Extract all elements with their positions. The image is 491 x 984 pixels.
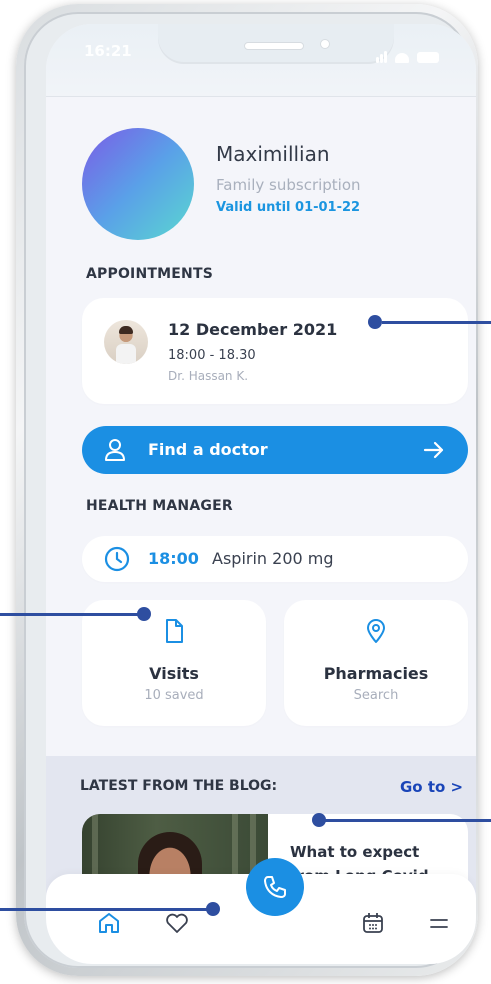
annotation-dot	[312, 813, 326, 827]
signal-icon	[376, 57, 379, 63]
medication-time: 18:00	[148, 549, 199, 568]
appointment-doctor: Dr. Hassan K.	[168, 369, 249, 383]
blog-heading: LATEST FROM THE BLOG:	[80, 778, 278, 794]
pharmacies-sub: Search	[353, 688, 399, 703]
appointments-heading: APPOINTMENTS	[86, 266, 213, 282]
doctor-photo	[104, 320, 148, 364]
blog-goto-link[interactable]: Go to >	[400, 778, 463, 796]
annotation-line	[322, 819, 491, 822]
clock-icon	[104, 546, 130, 572]
heart-icon[interactable]	[164, 910, 190, 936]
speaker-grille	[244, 42, 304, 50]
signal-icon	[384, 51, 387, 63]
battery-icon	[417, 52, 439, 63]
annotation-line	[0, 908, 214, 911]
user-icon	[105, 439, 125, 461]
subscription-validity: Valid until 01-01-22	[216, 200, 361, 215]
appointment-card[interactable]: 12 December 2021 18:00 - 18.30 Dr. Hassa…	[82, 298, 468, 404]
signal-icon	[380, 54, 383, 63]
phone-notch	[158, 24, 394, 64]
doctor-coat	[116, 344, 136, 364]
pharmacies-tile[interactable]: Pharmacies Search	[284, 600, 468, 726]
arrow-right-icon	[423, 441, 444, 459]
doctor-hair	[119, 326, 133, 334]
medication-reminder[interactable]: 18:00 Aspirin 200 mg	[82, 536, 468, 582]
call-button[interactable]	[246, 858, 304, 916]
pharmacies-title: Pharmacies	[323, 664, 429, 683]
annotation-line	[0, 613, 144, 616]
annotation-dot	[368, 315, 382, 329]
file-icon	[166, 619, 183, 643]
app-screen: 16:21 Maximillian Family subscription Va…	[46, 24, 476, 964]
status-time: 16:21	[84, 42, 132, 60]
camera-dot	[320, 39, 330, 49]
wifi-icon	[395, 53, 409, 63]
annotation-dot	[137, 607, 151, 621]
appointment-date: 12 December 2021	[168, 320, 338, 339]
find-doctor-button[interactable]: Find a doctor	[82, 426, 468, 474]
status-icons	[376, 44, 446, 63]
visits-count: 10 saved	[144, 688, 204, 703]
bottom-tab-bar	[46, 858, 476, 964]
medication-name: Aspirin 200 mg	[212, 549, 334, 568]
visits-title: Visits	[149, 664, 199, 683]
status-bar: 16:21	[46, 24, 476, 97]
annotation-line	[382, 321, 491, 324]
avatar[interactable]	[82, 128, 194, 240]
menu-icon[interactable]	[426, 910, 452, 936]
annotation-dot	[206, 902, 220, 916]
phone-icon	[264, 876, 286, 898]
profile-name: Maximillian	[216, 142, 330, 166]
subscription-type: Family subscription	[216, 176, 361, 194]
health-manager-heading: HEALTH MANAGER	[86, 498, 233, 514]
phone-frame: 16:21 Maximillian Family subscription Va…	[16, 4, 478, 976]
find-doctor-label: Find a doctor	[148, 440, 268, 459]
visits-tile[interactable]: Visits 10 saved	[82, 600, 266, 726]
appointment-time: 18:00 - 18.30	[168, 348, 256, 363]
calendar-icon[interactable]	[360, 910, 386, 936]
location-pin-icon	[367, 619, 385, 643]
home-icon[interactable]	[96, 910, 122, 936]
